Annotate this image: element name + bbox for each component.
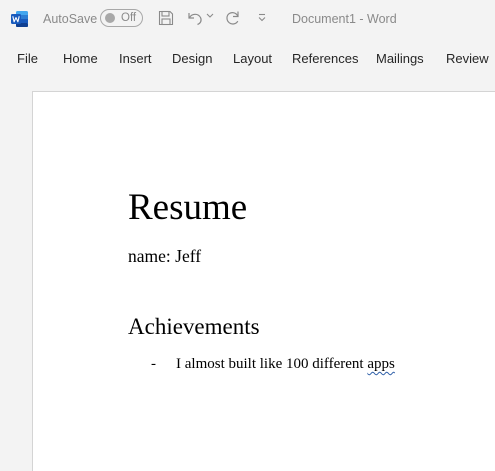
chevron-down-icon[interactable]	[206, 13, 214, 19]
bullet-text[interactable]: I almost built like 100 different apps	[176, 354, 395, 374]
tab-insert[interactable]: Insert	[119, 51, 152, 67]
tab-design[interactable]: Design	[172, 51, 212, 67]
customize-toolbar-icon[interactable]	[257, 13, 267, 22]
autosave-label: AutoSave	[43, 12, 98, 26]
document-page[interactable]: Resume name: Jeff Achievements - I almos…	[32, 91, 495, 471]
spellcheck-flagged-word[interactable]: apps	[367, 356, 395, 372]
bullet-text-main: I almost built like 100 different	[176, 356, 368, 372]
title-bar: AutoSave Off Document1 - Word	[0, 0, 495, 38]
document-title: Document1 - Word	[292, 12, 397, 26]
tab-mailings[interactable]: Mailings	[376, 51, 424, 67]
tab-home[interactable]: Home	[63, 51, 98, 67]
redo-icon[interactable]	[224, 9, 242, 27]
undo-icon[interactable]	[186, 9, 204, 27]
word-window: AutoSave Off Document1 - Word File Home …	[0, 0, 495, 471]
autosave-state: Off	[121, 12, 137, 24]
name-line[interactable]: name: Jeff	[128, 245, 201, 267]
save-icon[interactable]	[157, 9, 175, 27]
document-canvas[interactable]: Resume name: Jeff Achievements - I almos…	[0, 82, 495, 471]
tab-review[interactable]: Review	[446, 51, 489, 67]
bullet-marker: -	[151, 356, 156, 372]
tab-references[interactable]: References	[292, 51, 358, 67]
tab-file[interactable]: File	[17, 51, 38, 67]
word-logo-icon[interactable]	[11, 10, 29, 28]
document-heading[interactable]: Resume	[128, 188, 247, 228]
tab-layout[interactable]: Layout	[233, 51, 272, 67]
autosave-toggle[interactable]: Off	[100, 9, 143, 27]
toggle-knob	[105, 13, 115, 23]
achievements-heading[interactable]: Achievements	[128, 313, 260, 341]
ribbon-tabs: File Home Insert Design Layout Reference…	[0, 45, 495, 75]
